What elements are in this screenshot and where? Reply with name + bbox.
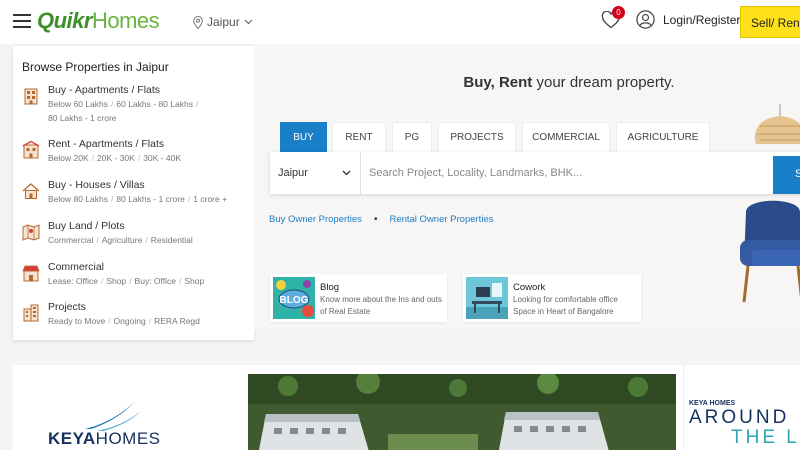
browse-item-title: Commercial [48,261,105,273]
card-desc: Know more about the Ins and outs of Real… [320,295,442,316]
tab-projects[interactable]: PROJECTS [438,122,516,152]
buy-owner-properties-link[interactable]: Buy Owner Properties [269,214,362,225]
blog-image: BLOG [273,277,315,319]
city-selector[interactable]: Jaipur [193,15,253,29]
tab-buy[interactable]: BUY [280,122,327,152]
search-input[interactable] [362,152,772,194]
sub-link[interactable]: RERA Regd [154,316,200,326]
browse-item-links: Ready to Move / Ongoing / RERA Regd [48,316,200,326]
hero-title-bold: Buy, Rent [463,74,533,91]
cowork-image [466,277,508,319]
sub-link[interactable]: Shop [106,276,126,286]
search-city-value: Jaipur [278,167,308,179]
hero-title-rest: your dream property. [532,74,675,91]
browse-item-links: Below 80 Lakhs/80 Lakhs - 1 crore/1 cror… [48,194,228,204]
city-label: Jaipur [207,15,240,29]
search-button[interactable]: S [773,156,800,194]
rental-owner-properties-link[interactable]: Rental Owner Properties [389,214,493,225]
tab-commercial[interactable]: COMMERCIAL [522,122,610,152]
keya-homes-banner[interactable]: KEYAHOMES KEYA HOMES AROUND THE LI [13,365,800,450]
rent-apartment-icon [22,140,40,159]
sub-link[interactable]: 80 Lakhs - 1 crore [48,113,117,123]
land-plot-icon [22,224,40,241]
card-desc: Looking for comfortable office Space in … [513,295,618,316]
browse-item-links: Below 20K/20K - 30K/30K - 40K [48,153,182,163]
chevron-down-icon [244,19,253,25]
building-icon [23,304,39,322]
hamburger-menu-icon[interactable] [13,14,31,28]
browse-item-title: Projects [48,301,86,313]
browse-item-links: Below 60 Lakhs/60 Lakhs - 80 Lakhs/80 La… [48,99,199,123]
sub-link[interactable]: Buy: Office [135,276,176,286]
tab-rent[interactable]: RENT [332,122,386,152]
armchair-image [740,200,800,302]
ad-line-2: THE LI [731,427,800,448]
top-header: QuikrHomes Jaipur 0 Login/Register Sell/… [0,0,800,44]
browse-item-title: Rent - Apartments / Flats [48,138,165,150]
logo-homes-text: Homes [91,8,160,33]
sub-link[interactable]: 60 Lakhs - 80 Lakhs [116,99,193,109]
brand-homes: HOMES [95,429,161,448]
keya-homes-wordmark: KEYAHOMES [48,429,161,449]
browse-item-title: Buy - Houses / Villas [48,179,145,191]
login-register-link[interactable]: Login/Register [663,13,740,27]
owner-links: Buy Owner Properties • Rental Owner Prop… [269,214,493,225]
tab-agriculture[interactable]: AGRICULTURE [616,122,710,152]
hero-title: Buy, Rent your dream property. [254,74,800,91]
aerial-property-image [248,374,676,450]
search-bar: Jaipur S [270,152,800,194]
sub-link[interactable]: Below 80 Lakhs [48,194,108,204]
browse-item-title: Buy Land / Plots [48,220,125,232]
sub-link[interactable]: Below 60 Lakhs [48,99,108,109]
ad-brand: KEYA HOMES [689,400,736,407]
shop-icon [22,265,40,282]
sub-link[interactable]: Below 20K [48,153,89,163]
browse-item-links: Lease: Office / Shop / Buy: Office / Shop [48,276,205,286]
sub-link[interactable]: Ready to Move [48,316,105,326]
sell-rent-button[interactable]: Sell/ Rent P [740,6,800,38]
browse-title: Browse Properties in Jaipur [22,60,169,74]
apartment-icon [24,88,38,105]
sub-link[interactable]: Ongoing [114,316,146,326]
sub-link[interactable]: Commercial [48,235,93,245]
quikrhomes-logo[interactable]: QuikrHomes [37,8,160,34]
browse-properties-panel: Browse Properties in Jaipur Buy - Apartm… [13,46,254,340]
blog-image-text: BLOG [280,295,309,306]
sub-link[interactable]: 80 Lakhs - 1 crore [116,194,185,204]
sub-link[interactable]: Shop [184,276,204,286]
browse-item-links: Commercial / Agriculture / Residential [48,235,193,245]
notification-badge: 0 [612,6,625,19]
tab-pg[interactable]: PG [392,122,432,152]
ad-line-1: AROUND [689,407,790,428]
user-icon[interactable] [636,10,655,29]
card-title: Cowork [513,282,546,293]
sub-link[interactable]: 30K - 40K [143,153,181,163]
cowork-card[interactable]: Cowork Looking for comfortable office Sp… [463,274,641,322]
browse-item-title: Buy - Apartments / Flats [48,84,161,96]
logo-quikr-text: Quikr [37,8,92,33]
sub-link[interactable]: 1 crore + [193,194,227,204]
separator-dot: • [373,214,378,225]
sub-link[interactable]: 20K - 30K [97,153,135,163]
sub-link[interactable]: Agriculture [102,235,143,245]
sub-link[interactable]: Lease: Office [48,276,98,286]
sub-link[interactable]: Residential [151,235,193,245]
location-pin-icon [193,15,203,29]
card-title: Blog [320,282,340,293]
around-the-life-ad[interactable]: KEYA HOMES AROUND THE LI [683,365,800,450]
house-icon [22,183,40,199]
brand-keya: KEYA [48,429,96,448]
lamp-image [754,104,800,144]
chevron-down-icon [342,170,351,176]
search-city-dropdown[interactable]: Jaipur [270,152,361,194]
blog-card[interactable]: BLOG Blog Know more about the Ins and ou… [270,274,447,322]
